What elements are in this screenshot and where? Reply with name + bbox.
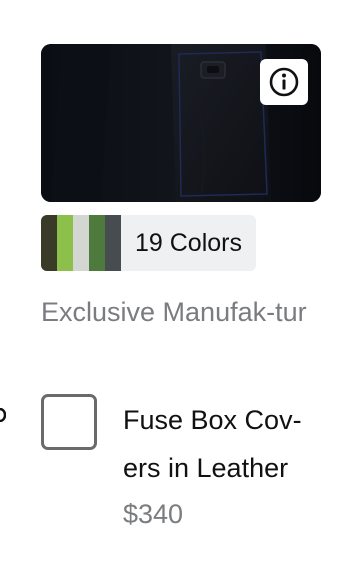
colors-count-label: 19 Colors — [135, 229, 242, 257]
partial-edge-icon — [0, 408, 6, 422]
product-price: $340 — [123, 499, 184, 529]
info-icon — [269, 67, 299, 97]
manufacturer-label: Exclusive Manufak-tur — [41, 297, 307, 327]
info-button[interactable] — [260, 59, 308, 105]
swatch-1 — [41, 215, 57, 271]
swatch-4 — [89, 215, 105, 271]
product-name[interactable]: Fuse Box Cov-ers in Leather — [123, 396, 323, 492]
product-card: 19 Colors Exclusive Manufak-tur Fuse Box… — [0, 0, 356, 586]
color-swatches[interactable]: 19 Colors — [41, 215, 256, 271]
swatch-3 — [73, 215, 89, 271]
swatch-2 — [57, 215, 73, 271]
product-image[interactable] — [41, 44, 321, 202]
compare-checkbox[interactable] — [41, 394, 97, 450]
swatch-5 — [105, 215, 121, 271]
